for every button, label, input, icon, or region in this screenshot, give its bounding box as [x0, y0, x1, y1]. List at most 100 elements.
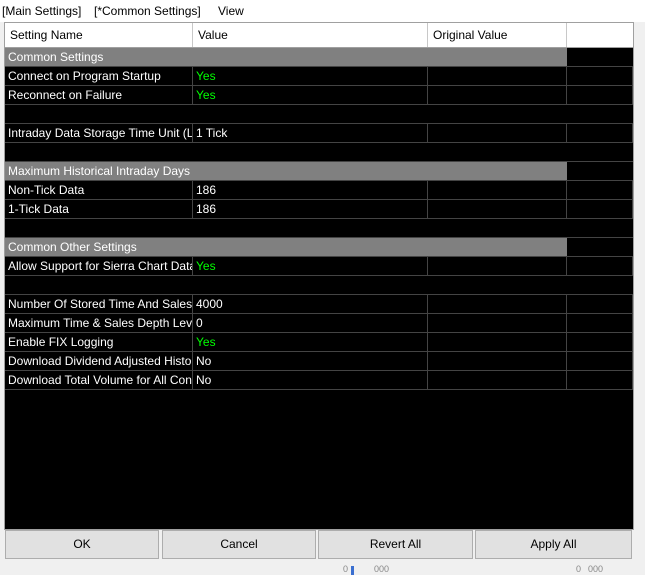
setting-name-cell: Maximum Time & Sales Depth Lev [5, 314, 193, 333]
section-header-row: Maximum Historical Intraday Days [5, 162, 633, 181]
revert-all-button[interactable]: Revert All [318, 530, 473, 559]
setting-row: Reconnect on Failure Yes [5, 86, 633, 105]
spacer-cell [5, 219, 193, 238]
original-value-cell [428, 371, 567, 390]
spacer-cell [567, 143, 633, 162]
section-header-label[interactable]: Maximum Historical Intraday Days [5, 162, 567, 181]
setting-value-cell[interactable]: 0 [193, 314, 428, 333]
spacer-cell [5, 105, 193, 124]
column-header-setting-name[interactable]: Setting Name [5, 23, 193, 47]
column-header-extra [567, 23, 633, 47]
spacer-row [5, 105, 633, 124]
settings-grid: Setting Name Value Original Value Common… [4, 22, 634, 530]
column-header-original-value[interactable]: Original Value [428, 23, 567, 47]
section-header-label[interactable]: Common Settings [5, 48, 567, 67]
section-header-row: Common Settings [5, 48, 633, 67]
spacer-cell [428, 276, 567, 295]
chart-marker [351, 566, 354, 575]
setting-row: Download Total Volume for All Con No [5, 371, 633, 390]
spacer-cell [567, 105, 633, 124]
setting-row: Non-Tick Data 186 [5, 181, 633, 200]
extra-cell [567, 295, 633, 314]
section-header-tail [567, 238, 633, 257]
setting-name-cell: Enable FIX Logging [5, 333, 193, 352]
setting-row: Allow Support for Sierra Chart Data Yes [5, 257, 633, 276]
setting-value-cell[interactable]: Yes [193, 333, 428, 352]
strip-label: 0 [343, 564, 349, 574]
setting-name-cell: Download Dividend Adjusted Histo [5, 352, 193, 371]
extra-cell [567, 181, 633, 200]
spacer-cell [428, 105, 567, 124]
extra-cell [567, 124, 633, 143]
bottom-strip [0, 565, 645, 575]
section-header-label[interactable]: Common Other Settings [5, 238, 567, 257]
original-value-cell [428, 67, 567, 86]
spacer-cell [193, 143, 428, 162]
spacer-cell [193, 276, 428, 295]
setting-value-cell[interactable]: No [193, 352, 428, 371]
strip-label: 000 [374, 564, 390, 574]
setting-row: Number Of Stored Time And Sales 4000 [5, 295, 633, 314]
spacer-row [5, 219, 633, 238]
setting-name-cell: Connect on Program Startup [5, 67, 193, 86]
setting-name-cell: Intraday Data Storage Time Unit (Li [5, 124, 193, 143]
spacer-cell [428, 143, 567, 162]
grid-header: Setting Name Value Original Value [5, 23, 633, 48]
setting-name-cell: Allow Support for Sierra Chart Data [5, 257, 193, 276]
menu-common-settings[interactable]: [*Common Settings] [94, 4, 201, 18]
setting-row: Maximum Time & Sales Depth Lev 0 [5, 314, 633, 333]
section-header-tail [567, 162, 633, 181]
spacer-cell [5, 276, 193, 295]
extra-cell [567, 314, 633, 333]
setting-value-cell[interactable]: No [193, 371, 428, 390]
setting-value-cell[interactable]: 1 Tick [193, 124, 428, 143]
setting-row: 1-Tick Data 186 [5, 200, 633, 219]
cancel-button[interactable]: Cancel [162, 530, 316, 559]
extra-cell [567, 67, 633, 86]
extra-cell [567, 86, 633, 105]
setting-row: Connect on Program Startup Yes [5, 67, 633, 86]
extra-cell [567, 333, 633, 352]
extra-cell [567, 371, 633, 390]
setting-value-cell[interactable]: 186 [193, 181, 428, 200]
setting-name-cell: Number Of Stored Time And Sales [5, 295, 193, 314]
setting-name-cell: Reconnect on Failure [5, 86, 193, 105]
original-value-cell [428, 295, 567, 314]
apply-all-button[interactable]: Apply All [475, 530, 632, 559]
original-value-cell [428, 200, 567, 219]
setting-name-cell: 1-Tick Data [5, 200, 193, 219]
setting-row: Enable FIX Logging Yes [5, 333, 633, 352]
spacer-cell [567, 276, 633, 295]
strip-label: 000 [588, 564, 604, 574]
setting-row: Download Dividend Adjusted Histo No [5, 352, 633, 371]
section-header-tail [567, 48, 633, 67]
column-header-value[interactable]: Value [193, 23, 428, 47]
original-value-cell [428, 257, 567, 276]
setting-name-cell: Download Total Volume for All Con [5, 371, 193, 390]
setting-value-cell[interactable]: Yes [193, 257, 428, 276]
setting-value-cell[interactable]: Yes [193, 67, 428, 86]
spacer-cell [567, 219, 633, 238]
original-value-cell [428, 314, 567, 333]
spacer-row [5, 276, 633, 295]
setting-value-cell[interactable]: 186 [193, 200, 428, 219]
spacer-row [5, 143, 633, 162]
original-value-cell [428, 181, 567, 200]
ok-button[interactable]: OK [5, 530, 159, 559]
spacer-cell [193, 219, 428, 238]
menu-view[interactable]: View [218, 4, 244, 18]
setting-value-cell[interactable]: Yes [193, 86, 428, 105]
original-value-cell [428, 352, 567, 371]
spacer-cell [193, 105, 428, 124]
section-header-row: Common Other Settings [5, 238, 633, 257]
setting-name-cell: Non-Tick Data [5, 181, 193, 200]
extra-cell [567, 257, 633, 276]
extra-cell [567, 352, 633, 371]
extra-cell [567, 200, 633, 219]
original-value-cell [428, 86, 567, 105]
spacer-cell [428, 219, 567, 238]
strip-label: 0 [576, 564, 582, 574]
setting-value-cell[interactable]: 4000 [193, 295, 428, 314]
menu-main-settings[interactable]: [Main Settings] [2, 4, 81, 18]
button-bar: OK Cancel Revert All Apply All [4, 530, 634, 560]
